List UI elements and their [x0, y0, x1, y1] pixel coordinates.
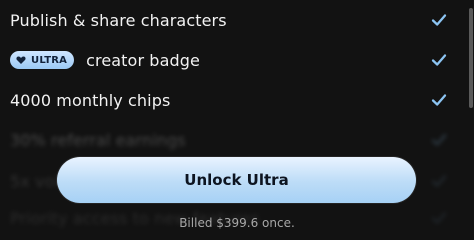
- checkmark-icon: [431, 134, 447, 146]
- checkmark-icon: [431, 175, 447, 187]
- feature-label: 4000 monthly chips: [10, 90, 171, 110]
- checkmark-icon: [431, 94, 447, 106]
- heart-icon: [16, 56, 26, 64]
- feature-label: creator badge: [86, 50, 200, 70]
- ultra-badge: ULTRA: [10, 51, 75, 69]
- feature-row-referral: 30% referral earnings: [10, 128, 448, 152]
- feature-label: 30% referral earnings: [10, 130, 186, 150]
- checkmark-icon: [431, 14, 447, 26]
- feature-row-creator-badge: ULTRA creator badge: [10, 48, 448, 72]
- badge-label: ULTRA: [31, 54, 68, 66]
- checkmark-icon: [431, 54, 447, 66]
- billing-note: Billed $399.6 once.: [179, 216, 295, 230]
- unlock-ultra-button[interactable]: Unlock Ultra: [57, 157, 416, 203]
- feature-row-chips: 4000 monthly chips: [10, 88, 448, 112]
- scrollbar[interactable]: [469, 8, 473, 108]
- feature-row-publish: Publish & share characters: [10, 8, 448, 32]
- ultra-plan-panel: Publish & share characters ULTRA creator…: [0, 0, 474, 240]
- feature-label: Publish & share characters: [10, 10, 227, 30]
